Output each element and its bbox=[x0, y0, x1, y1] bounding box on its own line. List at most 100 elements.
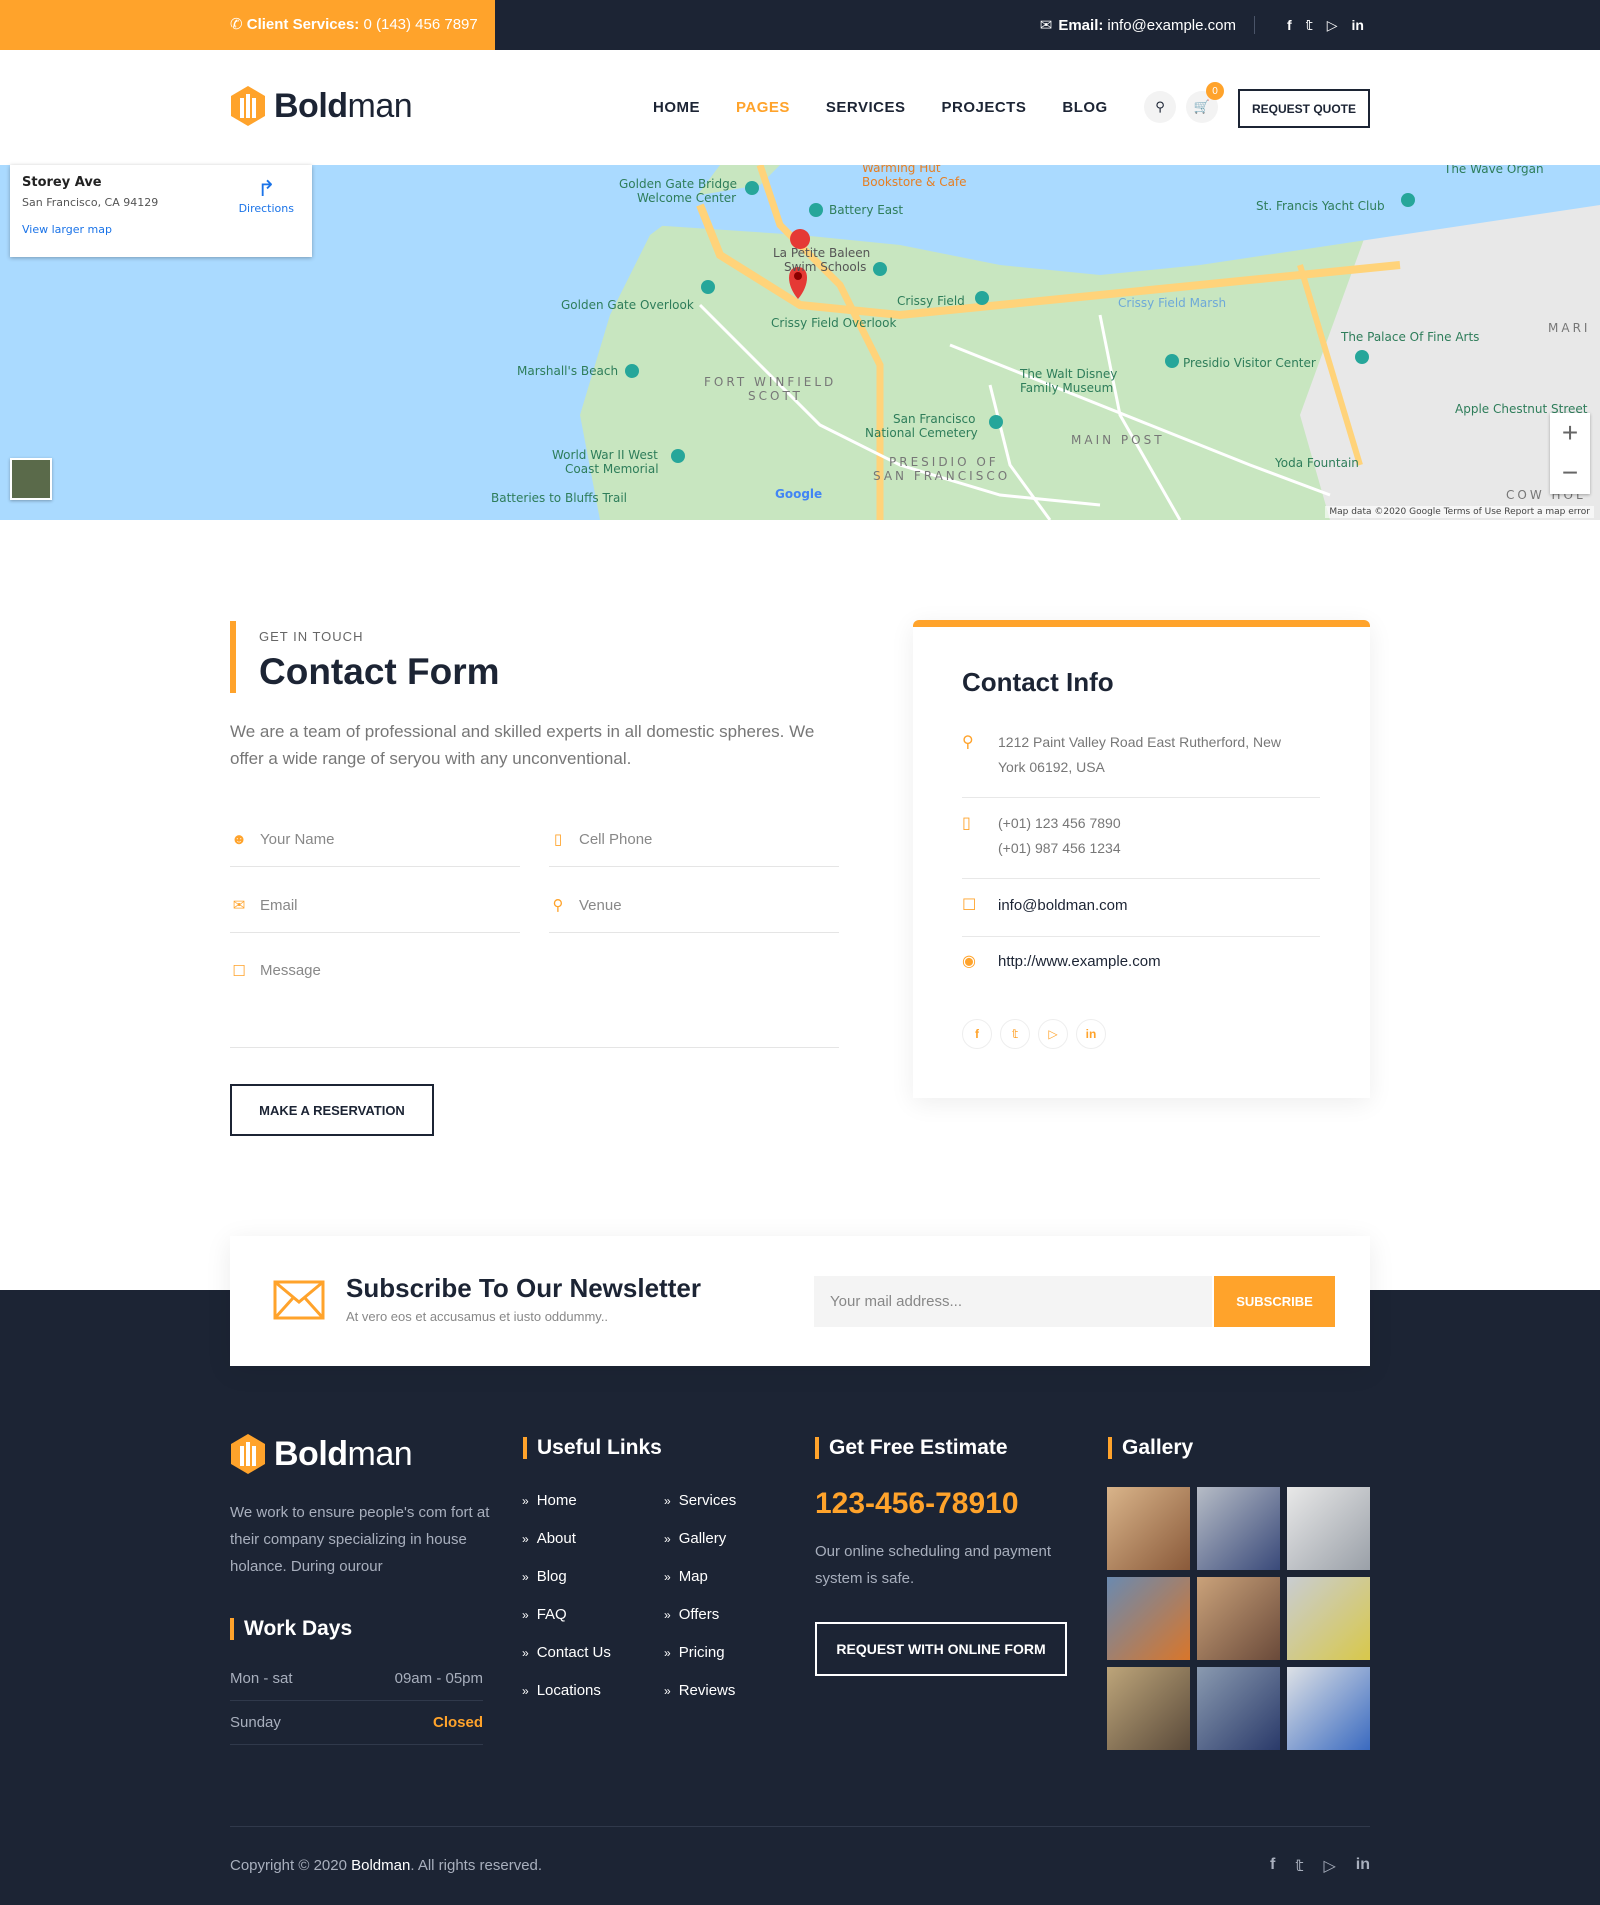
footer-link-reviews[interactable]: » Reviews bbox=[664, 1682, 735, 1699]
facebook-icon[interactable]: f bbox=[962, 1019, 992, 1049]
linkedin-icon[interactable]: in bbox=[1076, 1019, 1106, 1049]
footer-link-blog[interactable]: » Blog bbox=[522, 1568, 567, 1585]
email-field[interactable]: ✉ Email bbox=[230, 878, 520, 933]
directions-icon: ↱ bbox=[257, 177, 276, 202]
name-field[interactable]: ☻ Your Name bbox=[230, 812, 520, 867]
gallery-thumb[interactable] bbox=[1287, 1667, 1370, 1750]
footer-link-locations[interactable]: » Locations bbox=[522, 1682, 601, 1699]
footer-link-contact-us[interactable]: » Contact Us bbox=[522, 1644, 611, 1661]
footer-logo[interactable]: Boldman bbox=[230, 1434, 413, 1474]
footer-link-about[interactable]: » About bbox=[522, 1530, 576, 1547]
section-kicker: GET IN TOUCH bbox=[259, 629, 364, 644]
linkedin-icon[interactable]: in bbox=[1356, 1856, 1370, 1876]
work-days-title: Work Days bbox=[230, 1618, 352, 1640]
footer-divider bbox=[230, 1826, 1370, 1827]
gallery-thumb[interactable] bbox=[1287, 1577, 1370, 1660]
zoom-in-icon[interactable]: + bbox=[1550, 413, 1590, 453]
gallery-thumb[interactable] bbox=[1197, 1487, 1280, 1570]
youtube-icon[interactable]: ▷ bbox=[1327, 17, 1338, 34]
svg-text:Golden Gate Overlook: Golden Gate Overlook bbox=[561, 298, 694, 312]
subscribe-button[interactable]: SUBSCRIBE bbox=[1214, 1276, 1335, 1327]
footer-link-home[interactable]: » Home bbox=[522, 1492, 577, 1509]
svg-text:St. Francis Yacht Club: St. Francis Yacht Club bbox=[1256, 199, 1385, 213]
location-pin-icon: ⚲ bbox=[552, 897, 564, 914]
svg-text:Family Museum: Family Museum bbox=[1020, 381, 1113, 395]
newsletter-email-input[interactable]: Your mail address... bbox=[814, 1276, 1212, 1327]
gallery-thumb[interactable] bbox=[1287, 1487, 1370, 1570]
mobile-icon: ▯ bbox=[962, 815, 971, 832]
chat-icon: ☐ bbox=[962, 897, 977, 914]
contact-form-title: Contact Form bbox=[259, 651, 500, 692]
make-reservation-button[interactable]: MAKE A RESERVATION bbox=[230, 1084, 434, 1136]
search-icon[interactable]: ⚲ bbox=[1144, 91, 1176, 123]
info-email[interactable]: ☐ info@boldman.com bbox=[962, 893, 1320, 937]
facebook-icon[interactable]: f bbox=[1287, 17, 1292, 33]
venue-field[interactable]: ⚲ Venue bbox=[549, 878, 839, 933]
client-services: ✆ Client Services: 0 (143) 456 7897 bbox=[0, 0, 495, 50]
directions-button[interactable]: ↱ Directions bbox=[239, 177, 294, 215]
gallery-thumb[interactable] bbox=[1107, 1667, 1190, 1750]
linkedin-icon[interactable]: in bbox=[1352, 17, 1364, 33]
cart-icon[interactable]: 🛒 0 bbox=[1186, 82, 1224, 123]
email-link[interactable]: info@example.com bbox=[1107, 17, 1236, 34]
view-larger-map-link[interactable]: View larger map bbox=[22, 223, 300, 236]
user-icon: ☻ bbox=[231, 830, 247, 848]
nav-blog[interactable]: BLOG bbox=[1062, 99, 1107, 116]
request-quote-button[interactable]: REQUEST QUOTE bbox=[1238, 89, 1370, 128]
zoom-out-icon[interactable]: − bbox=[1550, 453, 1590, 493]
nav-services[interactable]: SERVICES bbox=[826, 99, 906, 116]
nav-projects[interactable]: PROJECTS bbox=[942, 99, 1027, 116]
message-field[interactable]: ☐ Message bbox=[230, 944, 839, 1048]
chat-icon: ☐ bbox=[232, 963, 246, 980]
footer-link-offers[interactable]: » Offers bbox=[664, 1606, 719, 1623]
svg-text:Crissy Field Overlook: Crissy Field Overlook bbox=[771, 316, 896, 330]
copyright: Copyright © 2020 Boldman. All rights res… bbox=[230, 1857, 543, 1874]
facebook-icon[interactable]: f bbox=[1270, 1856, 1275, 1876]
map-info-card: Storey Ave San Francisco, CA 94129 View … bbox=[10, 165, 312, 257]
svg-text:Battery East: Battery East bbox=[829, 203, 903, 217]
divider bbox=[1253, 16, 1255, 34]
twitter-icon[interactable]: 𝕥 bbox=[1000, 1019, 1030, 1049]
gallery-thumb[interactable] bbox=[1107, 1577, 1190, 1660]
gallery-thumb[interactable] bbox=[1197, 1667, 1280, 1750]
map-zoom-control: + − bbox=[1550, 413, 1590, 494]
twitter-icon[interactable]: 𝕥 bbox=[1306, 17, 1313, 34]
location-pin-icon: ⚲ bbox=[962, 734, 974, 751]
info-address: ⚲ 1212 Paint Valley Road East Rutherford… bbox=[962, 730, 1320, 798]
svg-text:MARI: MARI bbox=[1548, 321, 1590, 335]
estimate-phone[interactable]: 123-456-78910 bbox=[815, 1487, 1019, 1521]
gallery-title: Gallery bbox=[1108, 1437, 1193, 1459]
svg-text:SAN FRANCISCO: SAN FRANCISCO bbox=[873, 469, 1010, 483]
newsletter-subtitle: At vero eos et accusamus et iusto oddumm… bbox=[346, 1309, 609, 1324]
info-website[interactable]: ◉ http://www.example.com bbox=[962, 949, 1320, 993]
estimate-text: Our online scheduling and payment system… bbox=[815, 1543, 1051, 1587]
gallery-thumb[interactable] bbox=[1197, 1577, 1280, 1660]
request-online-form-button[interactable]: REQUEST WITH ONLINE FORM bbox=[815, 1622, 1067, 1676]
info-phones: ▯ (+01) 123 456 7890 (+01) 987 456 1234 bbox=[962, 811, 1320, 879]
footer-link-gallery[interactable]: » Gallery bbox=[664, 1530, 726, 1547]
work-day-row: Sunday Closed bbox=[230, 1701, 483, 1745]
nav-home[interactable]: HOME bbox=[653, 99, 700, 116]
nav-pages[interactable]: PAGES bbox=[736, 99, 790, 116]
youtube-icon[interactable]: ▷ bbox=[1038, 1019, 1068, 1049]
twitter-icon[interactable]: 𝕥 bbox=[1295, 1856, 1303, 1876]
footer-link-pricing[interactable]: » Pricing bbox=[664, 1644, 725, 1661]
newsletter-title: Subscribe To Our Newsletter bbox=[346, 1273, 701, 1303]
footer-link-map[interactable]: » Map bbox=[664, 1568, 708, 1585]
phone-field[interactable]: ▯ Cell Phone bbox=[549, 812, 839, 867]
logo[interactable]: Boldman bbox=[230, 86, 413, 126]
contact-info-card: Contact Info ⚲ 1212 Paint Valley Road Ea… bbox=[913, 620, 1370, 1098]
youtube-icon[interactable]: ▷ bbox=[1323, 1856, 1335, 1876]
gallery-thumb[interactable] bbox=[1107, 1487, 1190, 1570]
client-phone[interactable]: 0 (143) 456 7897 bbox=[363, 16, 477, 33]
footer-link-faq[interactable]: » FAQ bbox=[522, 1606, 567, 1623]
header-icons: ⚲ 🛒 0 bbox=[1144, 82, 1228, 123]
footer-link-services[interactable]: » Services bbox=[664, 1492, 736, 1509]
svg-text:Warming Hut: Warming Hut bbox=[862, 165, 941, 175]
info-social: f 𝕥 ▷ in bbox=[962, 1019, 1114, 1049]
svg-text:SCOTT: SCOTT bbox=[748, 389, 803, 403]
wrench-logo-icon bbox=[231, 86, 265, 126]
map-attribution[interactable]: Map data ©2020 Google Terms of Use Repor… bbox=[1325, 506, 1594, 518]
footer-about: We work to ensure people's com fort at t… bbox=[230, 1504, 490, 1575]
satellite-toggle[interactable] bbox=[10, 458, 52, 500]
